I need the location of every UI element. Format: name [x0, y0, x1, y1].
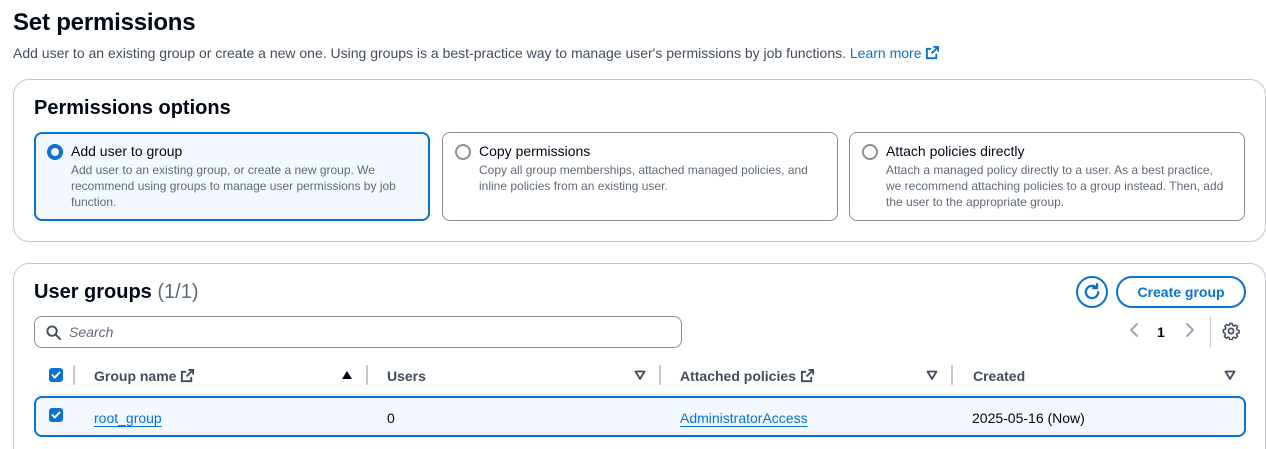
option-title: Copy permissions — [479, 143, 591, 159]
column-divider — [73, 365, 75, 385]
external-link-icon — [181, 368, 195, 383]
column-divider — [659, 365, 661, 385]
option-description: Add user to an existing group, or create… — [71, 163, 396, 209]
select-all-checkbox[interactable] — [49, 368, 63, 382]
permissions-options-panel: Permissions options Add user to group Ad… — [13, 79, 1266, 242]
external-link-icon — [800, 368, 814, 383]
description-text: Add user to an existing group or create … — [13, 45, 846, 61]
refresh-button[interactable] — [1076, 276, 1108, 308]
refresh-icon — [1084, 283, 1100, 300]
user-groups-title: User groups — [34, 281, 152, 303]
column-header-users[interactable]: Users — [387, 368, 426, 384]
attached-policy-link[interactable]: AdministratorAccess — [680, 410, 808, 426]
user-groups-panel: User groups (1/1) Create group 1 Group n… — [13, 263, 1266, 449]
search-input[interactable] — [69, 317, 669, 347]
search-box — [34, 316, 682, 348]
learn-more-label: Learn more — [849, 45, 922, 61]
check-icon — [51, 411, 61, 419]
gear-icon[interactable] — [1222, 322, 1240, 340]
column-header-attached-policies[interactable]: Attached policies — [680, 368, 815, 384]
table-header-line — [34, 394, 1246, 395]
sort-descending-icon[interactable] — [926, 369, 938, 381]
column-label: Attached policies — [680, 368, 796, 384]
permissions-options-heading: Permissions options — [34, 97, 231, 119]
table-row[interactable]: root_group 0 AdministratorAccess 2025-05… — [34, 396, 1246, 437]
pager-divider — [1210, 317, 1211, 347]
sort-descending-icon[interactable] — [1224, 369, 1236, 381]
column-label: Group name — [94, 368, 177, 384]
radio-attach-policies-directly[interactable] — [862, 144, 878, 160]
option-attach-policies-directly[interactable]: Attach policies directly Attach a manage… — [849, 132, 1245, 221]
radio-copy-permissions[interactable] — [455, 144, 471, 160]
column-header-group-name[interactable]: Group name — [94, 368, 195, 384]
user-groups-count: (1/1) — [157, 281, 199, 303]
option-title: Attach policies directly — [886, 143, 1025, 159]
user-groups-heading: User groups (1/1) — [34, 281, 199, 304]
page-description: Add user to an existing group or create … — [13, 45, 940, 61]
next-page-icon[interactable] — [1184, 322, 1196, 338]
users-count: 0 — [387, 410, 395, 426]
search-icon — [46, 325, 61, 340]
sort-ascending-icon[interactable] — [341, 369, 353, 381]
external-link-icon — [926, 45, 940, 60]
sort-descending-icon[interactable] — [634, 369, 646, 381]
check-icon — [51, 371, 61, 379]
create-group-button[interactable]: Create group — [1116, 276, 1246, 308]
column-header-created[interactable]: Created — [973, 368, 1025, 384]
column-divider — [951, 365, 953, 385]
created-date: 2025-05-16 (Now) — [972, 410, 1085, 426]
row-checkbox[interactable] — [49, 408, 63, 422]
page-title: Set permissions — [13, 9, 196, 36]
option-description: Copy all group memberships, attached man… — [479, 163, 808, 193]
option-description: Attach a managed policy directly to a us… — [886, 163, 1224, 209]
column-divider — [366, 365, 368, 385]
option-add-user-to-group[interactable]: Add user to group Add user to an existin… — [34, 132, 430, 221]
option-copy-permissions[interactable]: Copy permissions Copy all group membersh… — [442, 132, 838, 221]
option-title: Add user to group — [71, 143, 183, 159]
page-number[interactable]: 1 — [1157, 324, 1165, 340]
radio-add-user-to-group[interactable] — [47, 144, 63, 160]
learn-more-link[interactable]: Learn more — [850, 45, 941, 61]
group-name-link[interactable]: root_group — [94, 410, 162, 426]
previous-page-icon[interactable] — [1128, 322, 1140, 338]
